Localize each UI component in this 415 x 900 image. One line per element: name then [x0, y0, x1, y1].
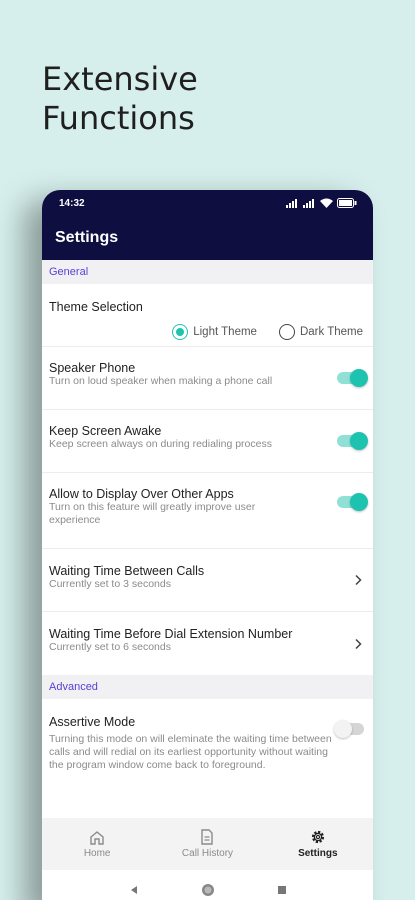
nav-home[interactable]: Home — [52, 830, 142, 859]
radio-dark-theme[interactable]: Dark Theme — [278, 324, 363, 340]
phone-frame: 14:32 Settings General Theme Selection L… — [42, 190, 373, 900]
waiting-time-extension-row[interactable]: Waiting Time Before Dial Extension Numbe… — [42, 612, 373, 675]
promo-headline-line1: Extensive — [42, 60, 198, 98]
status-time: 14:32 — [59, 197, 85, 209]
assertive-mode-subtitle: Turning this mode on will eleminate the … — [49, 733, 332, 771]
speaker-phone-toggle[interactable] — [337, 369, 368, 387]
gear-icon — [311, 830, 324, 844]
bottom-navigation: Home Call History Settings — [42, 818, 373, 870]
radio-selected-icon[interactable] — [172, 324, 189, 340]
chevron-right-icon — [355, 574, 362, 586]
display-over-apps-toggle[interactable] — [337, 493, 368, 511]
section-header-general: General — [42, 260, 373, 284]
radio-unselected-icon[interactable] — [278, 324, 295, 340]
display-over-apps-row[interactable]: Allow to Display Over Other Apps Turn on… — [42, 473, 373, 549]
theme-radio-group: Light Theme Dark Theme — [172, 324, 363, 340]
status-bar: 14:32 — [42, 190, 373, 216]
battery-icon — [337, 198, 357, 208]
keep-screen-awake-subtitle: Keep screen always on during redialing p… — [49, 438, 272, 450]
waiting-time-extension-title: Waiting Time Before Dial Extension Numbe… — [49, 627, 293, 641]
theme-selection-title: Theme Selection — [49, 300, 143, 314]
waiting-time-between-calls-row[interactable]: Waiting Time Between Calls Currently set… — [42, 549, 373, 612]
radio-dark-theme-label: Dark Theme — [299, 326, 363, 338]
app-bar: Settings — [42, 216, 373, 260]
home-circle-icon[interactable] — [201, 883, 215, 897]
assertive-mode-row[interactable]: Assertive Mode Turning this mode on will… — [42, 699, 373, 807]
assertive-mode-title: Assertive Mode — [49, 715, 136, 729]
section-header-advanced: Advanced — [42, 675, 373, 699]
back-icon[interactable] — [129, 885, 139, 895]
recents-icon[interactable] — [277, 885, 287, 895]
signal-icon — [286, 198, 297, 208]
promo-headline-line2: Functions — [42, 99, 195, 137]
system-navigation-bar — [42, 870, 373, 900]
waiting-time-between-calls-subtitle: Currently set to 3 seconds — [49, 578, 171, 590]
signal-icon — [303, 198, 314, 208]
wifi-icon — [320, 198, 333, 208]
nav-settings[interactable]: Settings — [273, 829, 363, 859]
promo-headline: Extensive Functions — [42, 60, 198, 138]
keep-screen-awake-title: Keep Screen Awake — [49, 424, 162, 438]
home-icon — [90, 830, 104, 845]
speaker-phone-title: Speaker Phone — [49, 361, 136, 375]
waiting-time-extension-subtitle: Currently set to 6 seconds — [49, 641, 171, 653]
nav-call-history-label: Call History — [181, 848, 234, 859]
theme-selection-row: Theme Selection Light Theme Dark Theme — [42, 284, 373, 347]
assertive-mode-toggle[interactable] — [334, 720, 364, 738]
speaker-phone-subtitle: Turn on loud speaker when making a phone… — [49, 375, 273, 387]
speaker-phone-row[interactable]: Speaker Phone Turn on loud speaker when … — [42, 347, 373, 410]
keep-screen-awake-row[interactable]: Keep Screen Awake Keep screen always on … — [42, 410, 373, 473]
nav-call-history[interactable]: Call History — [162, 829, 252, 859]
radio-light-theme-label: Light Theme — [193, 326, 257, 338]
page-title: Settings — [55, 229, 119, 246]
display-over-apps-title: Allow to Display Over Other Apps — [49, 487, 234, 501]
keep-screen-awake-toggle[interactable] — [337, 432, 368, 450]
display-over-apps-subtitle: Turn on this feature will greatly improv… — [49, 501, 256, 526]
document-icon — [201, 829, 214, 845]
chevron-right-icon — [355, 638, 362, 649]
nav-settings-label: Settings — [298, 848, 338, 859]
nav-home-label: Home — [83, 847, 111, 859]
radio-light-theme[interactable]: Light Theme — [172, 324, 257, 340]
waiting-time-between-calls-title: Waiting Time Between Calls — [49, 564, 205, 578]
